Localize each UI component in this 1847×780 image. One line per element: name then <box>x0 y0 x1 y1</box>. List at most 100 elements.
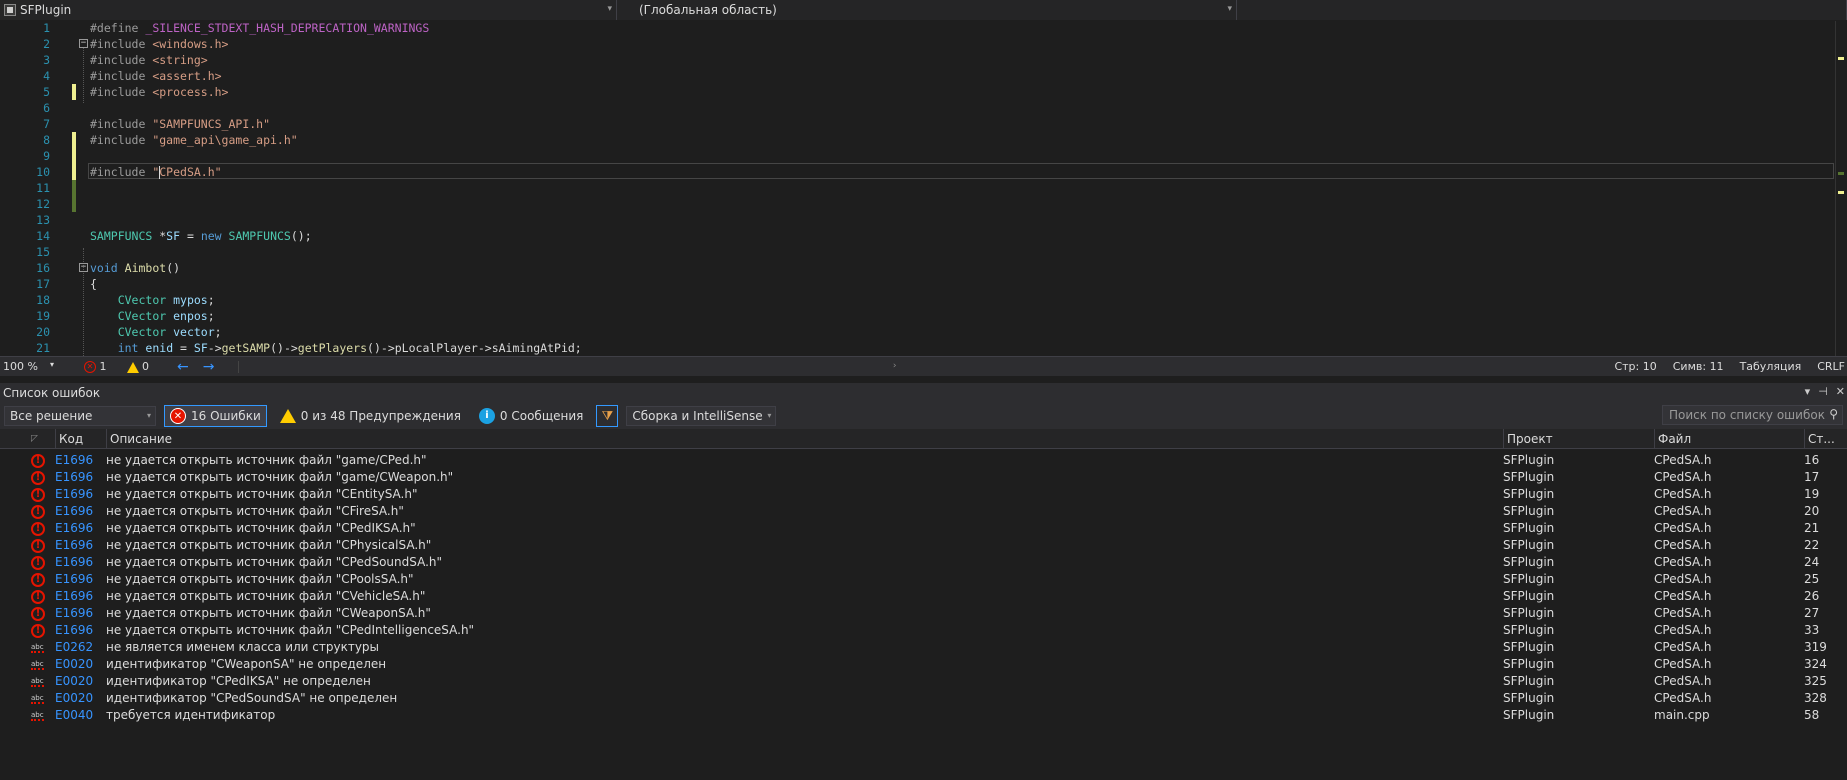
code-editor[interactable]: 1 #define _SILENCE_STDEXT_HASH_DEPRECATIO… <box>0 21 1847 356</box>
error-icon: ✕ <box>170 408 186 424</box>
code-token: ()-> <box>270 341 298 355</box>
line-number: 10 <box>36 165 50 179</box>
code-token: CPedSA.h" <box>159 165 222 179</box>
error-code[interactable]: E0040 <box>55 705 101 725</box>
line-number: 8 <box>43 133 50 147</box>
code-line[interactable]: 7 #include "SAMPFUNCS_API.h" <box>0 116 1847 132</box>
code-line[interactable]: 20 CVector vector; <box>0 324 1847 340</box>
code-token: <assert.h> <box>152 69 222 83</box>
column-line[interactable]: Ст... <box>1804 429 1844 449</box>
dropdown-icon[interactable]: ▾ <box>1805 385 1811 398</box>
error-icon: ! <box>31 487 45 502</box>
code-line[interactable]: 11 <box>0 180 1847 196</box>
collapse-icon[interactable]: − <box>79 39 88 48</box>
code-line[interactable]: 17 { <box>0 276 1847 292</box>
code-line[interactable]: 6 <box>0 100 1847 116</box>
code-token: Aimbot <box>124 261 167 275</box>
indent-mode[interactable]: Табуляция <box>1740 360 1802 373</box>
row-icon-cell: abc <box>31 705 47 725</box>
error-list-title: Список ошибок <box>3 386 101 400</box>
warning-count-indicator[interactable]: 0 <box>126 360 149 373</box>
source-filter-value: Сборка и IntelliSense <box>632 409 763 423</box>
code-token: -> <box>477 341 492 355</box>
error-count-indicator[interactable]: ✕ 1 <box>84 360 107 373</box>
cursor-column: Симв: 11 <box>1672 360 1724 373</box>
code-line[interactable]: 5 #include <process.h> <box>0 84 1847 100</box>
sort-icon[interactable]: ◸ <box>31 429 47 449</box>
code-line[interactable]: 2 − #include <windows.h> <box>0 36 1847 52</box>
error-icon: ✕ <box>84 361 96 373</box>
code-line[interactable]: 19 CVector enpos; <box>0 308 1847 324</box>
code-text: CVector enpos; <box>90 308 215 324</box>
code-token: ; <box>214 325 222 339</box>
arrow-left-icon[interactable]: ← <box>177 359 189 375</box>
scope-dropdown[interactable]: (Глобальная область) ▾ <box>617 0 1237 20</box>
error-table-header: ◸ Код Описание Проект Файл Ст... <box>0 429 1847 449</box>
messages-filter-button[interactable]: i 0 Сообщения <box>474 405 588 427</box>
code-line[interactable]: 12 <box>0 196 1847 212</box>
close-icon[interactable]: ✕ <box>1836 385 1845 398</box>
code-line[interactable]: 16 − void Aimbot() <box>0 260 1847 276</box>
code-token: = <box>173 341 194 355</box>
code-line[interactable]: 4 #include <assert.h> <box>0 68 1847 84</box>
code-line[interactable]: 1 #define _SILENCE_STDEXT_HASH_DEPRECATIO… <box>0 21 1847 36</box>
filter-icon[interactable]: ⧩ <box>596 405 619 427</box>
line-number: 9 <box>43 149 50 163</box>
code-text: #include "CPedSA.h" <box>90 164 222 180</box>
warnings-filter-button[interactable]: 0 из 48 Предупреждения <box>275 405 466 427</box>
editor-status-bar: 100 % ▾ ✕ 1 0 ← → › Стр: 10 Симв: 11 Таб… <box>0 356 1847 376</box>
code-text: CVector mypos; <box>90 292 215 308</box>
error-project: SFPlugin <box>1503 708 1555 722</box>
pin-icon[interactable]: ⊣ <box>1818 385 1828 398</box>
code-line[interactable]: 3 #include <string> <box>0 52 1847 68</box>
arrow-right-icon[interactable]: → <box>203 359 215 375</box>
search-icon[interactable]: ⚲ <box>1829 407 1838 421</box>
code-line[interactable]: 18 CVector mypos; <box>0 292 1847 308</box>
line-number: 21 <box>36 341 50 355</box>
code-line[interactable]: 21 int enid = SF->getSAMP()->getPlayers(… <box>0 340 1847 356</box>
column-description[interactable]: Описание <box>106 429 1496 449</box>
project-dropdown[interactable]: SFPlugin ▾ <box>0 0 617 20</box>
zoom-dropdown[interactable]: 100 % ▾ <box>0 360 60 373</box>
code-token: #define <box>90 21 146 35</box>
scope-filter-dropdown[interactable]: Все решение ▾ <box>4 406 156 426</box>
vertical-scrollbar[interactable] <box>1835 21 1847 356</box>
line-number: 20 <box>36 325 50 339</box>
line-number: 7 <box>43 117 50 131</box>
column-code[interactable]: Код <box>55 429 101 449</box>
member-dropdown[interactable] <box>1237 0 1847 20</box>
code-token: * <box>152 229 167 243</box>
code-token: "game_api\game_api.h" <box>152 133 298 147</box>
error-icon: ! <box>31 538 45 553</box>
errors-filter-button[interactable]: ✕ 16 Ошибки <box>164 405 267 427</box>
code-line[interactable]: 8 #include "game_api\game_api.h" <box>0 132 1847 148</box>
code-text: { <box>90 276 97 292</box>
column-project[interactable]: Проект <box>1503 429 1648 449</box>
change-marker <box>72 196 76 212</box>
column-file[interactable]: Файл <box>1654 429 1794 449</box>
error-icon: ! <box>31 606 45 621</box>
code-line[interactable]: 10 #include "CPedSA.h" <box>0 164 1847 180</box>
line-number: 13 <box>36 213 50 227</box>
code-token: #include <box>90 37 153 51</box>
code-line[interactable]: 14 SAMPFUNCS *SF = new SAMPFUNCS(); <box>0 228 1847 244</box>
collapse-icon[interactable]: − <box>79 263 88 272</box>
code-text: void Aimbot() <box>90 260 180 276</box>
source-filter-dropdown[interactable]: Сборка и IntelliSense ▾ <box>626 406 777 426</box>
error-search-input[interactable]: Поиск по списку ошибок ⚲ <box>1662 405 1843 425</box>
line-number: 6 <box>43 101 50 115</box>
messages-filter-label: 0 Сообщения <box>499 409 584 423</box>
project-name: SFPlugin <box>20 3 72 17</box>
intellisense-error-icon: abc <box>31 710 44 721</box>
code-line[interactable]: 9 <box>0 148 1847 164</box>
line-ending[interactable]: CRLF <box>1817 360 1845 373</box>
code-token: #include <box>90 69 153 83</box>
code-line[interactable]: 15 <box>0 244 1847 260</box>
change-marker <box>1838 57 1844 60</box>
zoom-level: 100 % <box>3 360 38 373</box>
table-row[interactable]: abc E0040 требуется идентификатор SFPlugin m… <box>0 705 1847 725</box>
horizontal-scrollbar[interactable]: › <box>238 360 898 373</box>
code-line[interactable]: 13 <box>0 212 1847 228</box>
